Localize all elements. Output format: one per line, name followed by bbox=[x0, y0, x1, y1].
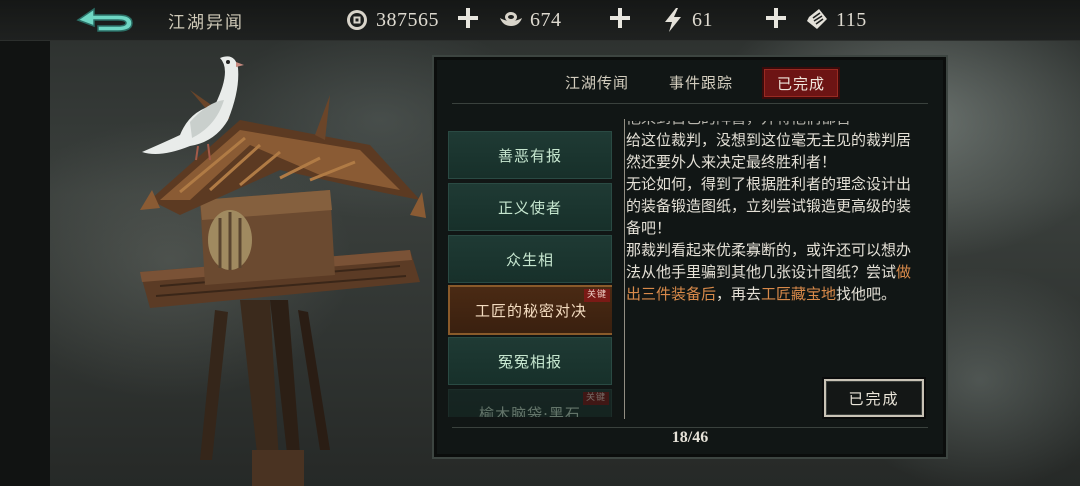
story-highlight-location[interactable]: 工匠藏宝地 bbox=[761, 285, 836, 303]
coin-resource: 387565 bbox=[344, 5, 439, 35]
tab-completed[interactable]: 已完成 bbox=[764, 69, 838, 97]
tab-tracking[interactable]: 事件跟踪 bbox=[656, 69, 746, 95]
quest-label: 善恶有报 bbox=[497, 146, 562, 165]
page-counter: 18/46 bbox=[671, 429, 709, 446]
silver-value: 674 bbox=[530, 8, 562, 31]
coin-value: 387565 bbox=[376, 8, 439, 31]
ticket-value: 115 bbox=[836, 8, 867, 31]
story-text[interactable]: 他来到自己的阵营，并将他们都告 给这位裁判，没想到这位毫无主见的裁判居然还要外人… bbox=[626, 121, 922, 335]
add-coin-button[interactable] bbox=[456, 6, 480, 30]
quest-item[interactable]: 正义使者 bbox=[448, 183, 612, 231]
quest-label: 众生相 bbox=[505, 250, 554, 269]
story-paragraph-3: 那裁判看起来优柔寡断的，或许还可以想办法从他手里骗到其他几张设计图纸？尝试做出三… bbox=[626, 239, 922, 305]
coin-icon bbox=[344, 7, 370, 33]
tab-rumors[interactable]: 江湖传闻 bbox=[552, 69, 642, 95]
back-arrow-button[interactable] bbox=[74, 6, 136, 34]
top-bar: 江湖异闻 387565 674 61 115 bbox=[0, 0, 1080, 41]
quest-item[interactable]: 善恶有报 bbox=[448, 131, 612, 179]
story-text-run: ，再去 bbox=[716, 285, 762, 303]
story-paragraph-2: 无论如何，得到了根据胜利者的理念设计出的装备锻造图纸，立刻尝试锻造更高级的装备吧… bbox=[626, 175, 912, 237]
add-silver-button[interactable] bbox=[608, 6, 632, 30]
energy-resource: 61 bbox=[660, 5, 713, 35]
pigeon-birdhouse-illustration bbox=[140, 56, 426, 486]
screen-title: 江湖异闻 bbox=[168, 13, 244, 33]
quest-item[interactable]: 众生相 bbox=[448, 235, 612, 283]
key-badge: 关键 bbox=[582, 392, 609, 405]
left-shadow bbox=[0, 40, 50, 486]
lightning-icon bbox=[660, 7, 686, 33]
silver-ingot-icon bbox=[498, 7, 524, 33]
bottom-divider bbox=[452, 427, 928, 428]
completed-button[interactable]: 已完成 bbox=[824, 379, 924, 417]
quest-item-selected[interactable]: 工匠的秘密对决 关键 bbox=[448, 285, 612, 335]
quest-list[interactable]: 善恶有报 正义使者 众生相 工匠的秘密对决 关键 冤冤相报 榆木脑袋·黑石 关键 bbox=[448, 127, 612, 417]
ticket-resource: 115 bbox=[804, 5, 867, 35]
story-paragraph-1: 给这位裁判，没想到这位毫无主见的裁判居然还要外人来决定最终胜利者！ bbox=[626, 131, 912, 171]
story-cut-line: 他来到自己的阵营，并将他们都告 bbox=[626, 121, 922, 129]
quest-item[interactable]: 冤冤相报 bbox=[448, 337, 612, 385]
tab-divider bbox=[452, 103, 928, 104]
key-badge: 关键 bbox=[583, 289, 610, 302]
add-energy-button[interactable] bbox=[764, 6, 788, 30]
quest-label: 工匠的秘密对决 bbox=[474, 301, 587, 320]
story-text-run: 那裁判看起来优柔寡断的，或许还可以想办法从他手里骗到其他几张设计图纸？尝试 bbox=[626, 241, 912, 281]
tab-bar: 江湖传闻 事件跟踪 已完成 bbox=[434, 57, 946, 105]
quest-label: 正义使者 bbox=[497, 198, 562, 217]
ticket-icon bbox=[804, 7, 830, 33]
list-divider bbox=[624, 119, 625, 419]
story-text-run: 找他吧。 bbox=[836, 285, 897, 303]
back-arrow-icon bbox=[76, 7, 133, 32]
quest-item[interactable]: 榆木脑袋·黑石 关键 bbox=[448, 389, 612, 417]
quest-label: 冤冤相报 bbox=[497, 352, 562, 371]
quest-label: 榆木脑袋·黑石 bbox=[479, 404, 581, 418]
silver-resource: 674 bbox=[498, 5, 562, 35]
energy-value: 61 bbox=[692, 8, 713, 31]
rumor-panel: 江湖传闻 事件跟踪 已完成 善恶有报 正义使者 众生相 工匠的秘密对决 关键 冤… bbox=[432, 55, 948, 459]
